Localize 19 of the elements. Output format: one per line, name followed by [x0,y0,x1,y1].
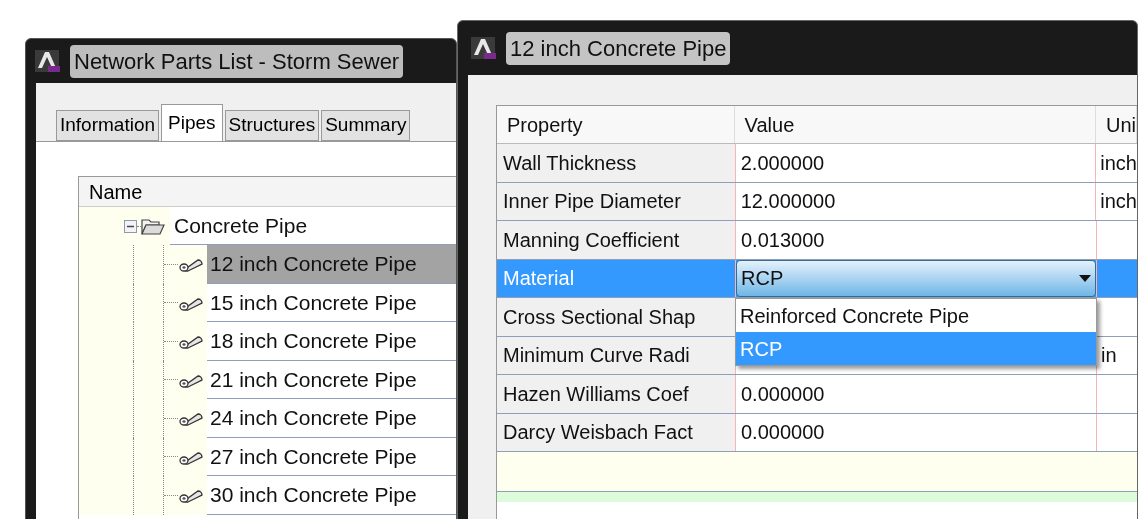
property-cell: Manning Coefficient [497,221,735,259]
column-header: Name [79,177,456,207]
property-cell: Darcy Weisbach Fact [497,413,735,451]
value-cell-text: 2.000000 [739,150,825,176]
property-cell: Hazen Williams Coef [497,375,735,413]
property-cell: Minimum Curve Radi [497,336,735,374]
property-cell: Wall Thickness [497,144,735,182]
window-title: Network Parts List - Storm Sewer [70,44,404,78]
property-cell: Cross Sectional Shap [497,298,735,336]
value-cell-text: 0.013000 [740,227,825,253]
value-cell-text: 12.000000 [739,189,836,215]
value-cell-text: 0.000000 [740,381,825,407]
unit-cell-text: in [1100,343,1117,369]
property-cell-text: Material [502,266,576,292]
value-cell-text: 0.000000 [740,420,825,446]
window-title: 12 inch Concrete Pipe [506,31,731,65]
unit-cell-text: inch [1099,189,1137,215]
property-cell: Inner Pipe Diameter [497,182,735,220]
unit-cell-text: inch [1099,150,1137,176]
